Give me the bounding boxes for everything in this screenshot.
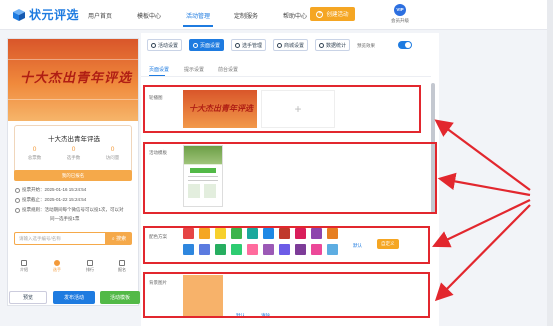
page-scrollbar[interactable] <box>547 0 553 326</box>
arrow-to-color <box>432 199 531 248</box>
annotation-arrows <box>432 119 531 302</box>
arrow-to-background <box>434 204 531 302</box>
